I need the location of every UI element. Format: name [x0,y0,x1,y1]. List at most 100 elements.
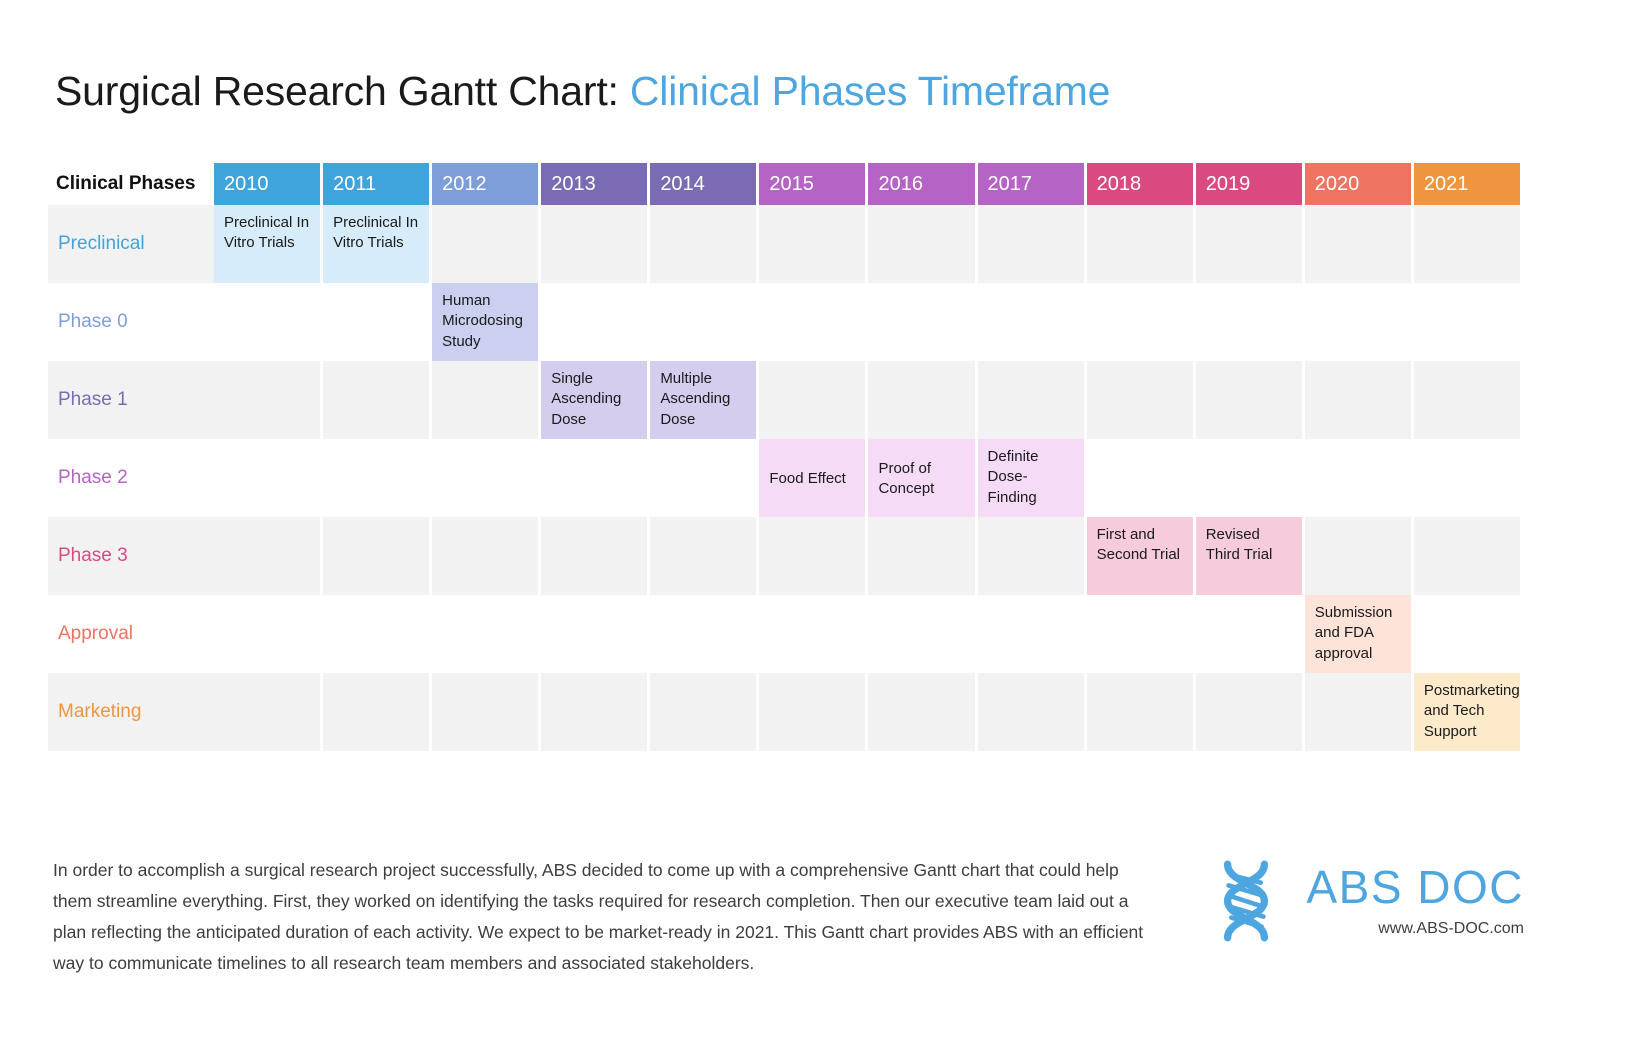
cell-background [323,595,430,673]
gantt-cell [868,595,978,673]
task-bar[interactable]: Preclinical In Vitro Trials [214,205,321,283]
cell-background [1304,439,1411,517]
cell-background [1195,283,1302,361]
cell-background [1086,361,1193,439]
gantt-cell [1086,439,1196,517]
cell-background [541,517,648,595]
task-bar[interactable]: Definite Dose-Finding [977,439,1084,517]
cell-background [541,595,648,673]
gantt-cell [432,439,542,517]
task-bar[interactable]: Multiple Ascending Dose [650,361,757,439]
gantt-cell [432,205,542,283]
cell-background [977,517,1084,595]
task-bar[interactable]: Proof of Concept [868,439,975,517]
gantt-cell [977,517,1087,595]
cell-background [1413,205,1520,283]
gantt-cell [323,283,433,361]
gantt-cell [650,517,760,595]
gantt-cell [1413,439,1520,517]
row-label-phase-0: Phase 0 [58,311,128,332]
gantt-cell: Proof of Concept [868,439,978,517]
year-column-2017: 2017 [977,163,1087,205]
cell-background [323,361,430,439]
year-header-2011[interactable]: 2011 [323,163,430,205]
gantt-cell [323,595,433,673]
task-bar[interactable]: Human Microdosing Study [432,283,539,361]
year-column-2013: 2013 [541,163,651,205]
gantt-cell [1086,673,1196,751]
year-header-2016[interactable]: 2016 [868,163,975,205]
gantt-row-phase-2: Phase 2 Food Effect Proof of Concept Defini… [48,439,1520,517]
cell-background [323,439,430,517]
cell-background [1304,517,1411,595]
gantt-row-phase-1: Phase 1 Single Ascending Dose Multiple Asc… [48,361,1520,439]
year-header-2020[interactable]: 2020 [1304,163,1411,205]
year-column-2010: 2010 [214,163,324,205]
year-header-2013[interactable]: 2013 [541,163,648,205]
gantt-cell [650,205,760,283]
year-header-2018[interactable]: 2018 [1086,163,1193,205]
gantt-cell [323,673,433,751]
gantt-cell: Multiple Ascending Dose [650,361,760,439]
cell-background [868,205,975,283]
gantt-cell [759,595,869,673]
gantt-cell [214,283,324,361]
logo-url: www.ABS-DOC.com [1378,920,1524,937]
cell-background [214,439,321,517]
cell-background [759,517,866,595]
year-header-2021[interactable]: 2021 [1413,163,1520,205]
task-bar[interactable]: First and Second Trial [1086,517,1193,595]
year-header-2015[interactable]: 2015 [759,163,866,205]
year-header-2017[interactable]: 2017 [977,163,1084,205]
task-bar[interactable]: Postmarketing and Tech Support [1413,673,1520,751]
task-bar[interactable]: Submission and FDA approval [1304,595,1411,673]
cell-background [1413,517,1520,595]
year-header-2010[interactable]: 2010 [214,163,321,205]
year-column-2015: 2015 [759,163,869,205]
cell-background [1195,673,1302,751]
page-title-accent: Clinical Phases Timeframe [629,68,1111,114]
gantt-cell [977,595,1087,673]
gantt-row-marketing: Marketing Postmarketing and Tech Support [48,673,1520,751]
year-column-2011: 2011 [323,163,433,205]
gantt-cell [1086,595,1196,673]
logo-text-block: ABS DOC www.ABS-DOC.com [1306,864,1524,938]
cell-background [432,595,539,673]
task-bar[interactable]: Single Ascending Dose [541,361,648,439]
gantt-cell [759,673,869,751]
gantt-cell [214,439,324,517]
gantt-cell [650,673,760,751]
row-label-approval: Approval [58,623,133,644]
cell-background [432,517,539,595]
gantt-cell [650,283,760,361]
gantt-cell [1413,283,1520,361]
task-bar[interactable]: Preclinical In Vitro Trials [323,205,430,283]
year-column-2012: 2012 [432,163,542,205]
cell-background [759,361,866,439]
year-header-2012[interactable]: 2012 [432,163,539,205]
page-title: Surgical Research Gantt Chart: Clinical … [55,68,1110,115]
task-bar[interactable]: Revised Third Trial [1195,517,1302,595]
year-header-2014[interactable]: 2014 [650,163,757,205]
brand-logo: ABS DOC www.ABS-DOC.com [1200,855,1524,947]
gantt-cell [1195,361,1305,439]
gantt-cell [650,595,760,673]
cell-background [650,595,757,673]
row-label-preclinical: Preclinical [48,205,214,283]
cell-background [1304,283,1411,361]
cell-background [868,673,975,751]
gantt-cell [977,361,1087,439]
task-bar[interactable]: Food Effect [759,439,866,517]
gantt-cell [977,673,1087,751]
cell-background [214,673,321,751]
gantt-cell: Revised Third Trial [1195,517,1305,595]
gantt-cell [1195,673,1305,751]
cell-background [1304,673,1411,751]
cell-background [323,517,430,595]
gantt-chart-page: Surgical Research Gantt Chart: Clinical … [0,0,1632,1056]
gantt-header-row: Clinical Phases 2010 2011 2012 2013 2014 2015 2… [48,163,1520,205]
year-column-2020: 2020 [1304,163,1414,205]
gantt-cell [541,439,651,517]
year-header-2019[interactable]: 2019 [1195,163,1302,205]
gantt-cell [1413,595,1520,673]
